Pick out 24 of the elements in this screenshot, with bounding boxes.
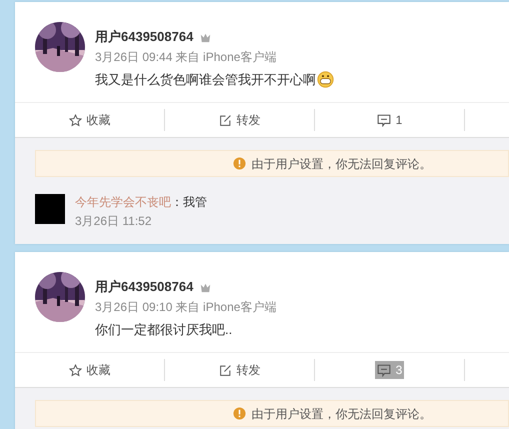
- comment-icon: [376, 114, 391, 126]
- repost-action[interactable]: 转发: [216, 361, 262, 379]
- star-icon: [68, 364, 82, 376]
- edit-icon: [218, 364, 232, 376]
- post-text: 我又是什么货色啊谁会管我开不开心啊: [95, 71, 316, 89]
- post-meta: 3月26日 09:10 来自 iPhone客户端: [95, 299, 276, 316]
- comment-icon: [376, 364, 391, 376]
- favorite-action[interactable]: 收藏: [66, 111, 112, 129]
- comment-action[interactable]: 1: [374, 111, 404, 129]
- warning-icon: [232, 157, 246, 170]
- avatar-placeholder: [35, 194, 65, 224]
- username[interactable]: 用户6439508764: [95, 277, 194, 297]
- notice-text: 由于用户设置，你无法回复评论。: [252, 406, 432, 422]
- warning-icon: [232, 407, 246, 420]
- post-text: 你们一定都很讨厌我吧..: [95, 321, 232, 339]
- notice-text: 由于用户设置，你无法回复评论。: [252, 156, 432, 172]
- repost-action[interactable]: 转发: [216, 111, 262, 129]
- comment-text: ：我管: [171, 194, 207, 210]
- username[interactable]: 用户6439508764: [95, 27, 194, 47]
- comment-time: 3月26日 11:52: [75, 213, 152, 230]
- edit-icon: [218, 114, 232, 126]
- favorite-action[interactable]: 收藏: [66, 361, 112, 379]
- post-meta: 3月26日 09:44 来自 iPhone客户端: [95, 49, 278, 66]
- star-icon: [68, 114, 82, 126]
